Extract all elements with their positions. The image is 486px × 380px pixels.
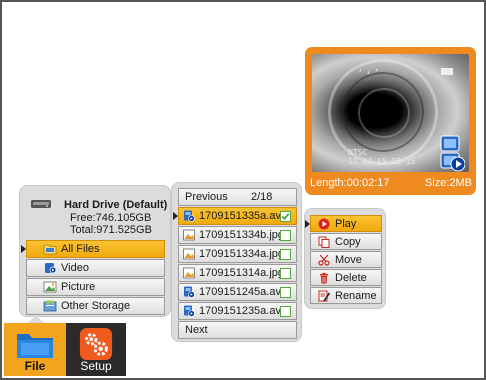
- video-length: Length:00:02:17: [310, 177, 390, 189]
- copy-icon: [318, 236, 330, 248]
- filter-all-files[interactable]: All Files: [21, 240, 165, 258]
- folder-icon: [17, 334, 53, 358]
- tab-pointer: [28, 315, 44, 323]
- action-label: Delete: [335, 271, 367, 284]
- video-icon: [45, 263, 57, 274]
- action-label: Rename: [335, 289, 377, 302]
- file-size: Size:2MB: [424, 177, 472, 189]
- picture-file-icon: [183, 267, 195, 279]
- filter-video[interactable]: Video: [26, 259, 165, 277]
- osd-top-text: ᴶ ₂ ᴾ: [358, 68, 380, 76]
- previous-page-button[interactable]: Previous 2/18: [178, 188, 297, 206]
- file-name: 1709151334b.jpg: [199, 229, 285, 241]
- scissors-icon: [318, 254, 330, 266]
- file-rows: 1709151335a.avi 1709151334b.jpg 17091513…: [173, 207, 297, 321]
- hard-drive-icon: [31, 200, 51, 208]
- free-space: Free:746.105GB: [70, 212, 152, 224]
- file-row[interactable]: 1709151245a.avi: [178, 283, 297, 301]
- osd-bottom-text: NTSC 12 07 15 23 15: [348, 148, 415, 166]
- file-row[interactable]: 1709151334b.jpg: [178, 226, 297, 244]
- storage-filter-list: All Files Video Picture Other Storage: [21, 240, 165, 316]
- settings-gear-icon: [79, 327, 113, 361]
- storage-icon: [43, 300, 57, 312]
- action-list: Play Copy Move Delete Rename: [305, 215, 382, 305]
- selection-arrow-icon: [305, 220, 310, 228]
- check-icon: [281, 213, 290, 221]
- file-list-panel: Previous 2/18 1709151335a.avi 1709151334…: [171, 182, 302, 342]
- video-file-icon: [184, 210, 195, 222]
- video-file-icon: [184, 286, 195, 298]
- delete-button[interactable]: Delete: [310, 269, 382, 286]
- checkbox[interactable]: [280, 249, 291, 260]
- tab-file-label: File: [24, 359, 46, 373]
- trash-icon: [320, 272, 328, 283]
- checkbox[interactable]: [280, 306, 291, 317]
- battery-icon: [441, 68, 453, 75]
- file-name: 1709151314a.jpg: [199, 267, 285, 279]
- filter-picture[interactable]: Picture: [26, 278, 165, 296]
- preview-panel: ᴶ ₂ ᴾ NTSC 12 07 15 23 15 Length:00:02:1…: [305, 47, 476, 195]
- action-label: Move: [335, 253, 362, 266]
- filter-other-storage[interactable]: Other Storage: [26, 297, 165, 315]
- selection-arrow-icon: [173, 212, 178, 220]
- picture-file-icon: [183, 248, 195, 260]
- checkbox[interactable]: [280, 287, 291, 298]
- action-menu: Play Copy Move Delete Rename: [304, 208, 386, 309]
- next-page-button[interactable]: Next: [178, 321, 297, 339]
- file-row[interactable]: 1709151334a.jpg: [178, 245, 297, 263]
- checkbox[interactable]: [280, 230, 291, 241]
- checkbox[interactable]: [280, 211, 291, 222]
- osd-line-2: 12 07 15 23 15: [348, 157, 416, 166]
- total-space: Total:971.525GB: [70, 224, 152, 236]
- move-button[interactable]: Move: [310, 251, 382, 268]
- page-indicator: 2/18: [251, 191, 273, 203]
- filter-label: Other Storage: [61, 300, 131, 312]
- hard-drive-title: Hard Drive (Default): [64, 199, 168, 211]
- file-name: 1709151335a.avi: [199, 210, 284, 222]
- copy-button[interactable]: Copy: [310, 233, 382, 250]
- selection-arrow-icon: [21, 245, 26, 253]
- filter-label: All Files: [61, 243, 100, 255]
- next-label: Next: [185, 324, 208, 336]
- video-file-icon: [184, 305, 195, 317]
- file-name: 1709151334a.jpg: [199, 248, 285, 260]
- picture-file-icon: [183, 229, 195, 241]
- file-row[interactable]: 1709151314a.jpg: [178, 264, 297, 282]
- file-row[interactable]: 1709151235a.avi: [178, 302, 297, 320]
- play-button[interactable]: Play: [305, 215, 382, 232]
- folder-icon: [43, 244, 57, 255]
- filter-label: Picture: [61, 281, 96, 293]
- file-name: 1709151235a.avi: [199, 305, 284, 317]
- play-icon: [318, 218, 330, 229]
- action-label: Copy: [335, 235, 361, 248]
- tab-setup[interactable]: Setup: [66, 323, 126, 376]
- filter-label: Video: [61, 262, 89, 274]
- tab-setup-label: Setup: [80, 359, 112, 373]
- osd-line-1: NTSC: [348, 148, 368, 157]
- storage-panel: Hard Drive (Default) Free:746.105GB Tota…: [19, 185, 171, 317]
- tab-file[interactable]: File: [4, 315, 66, 376]
- rename-button[interactable]: Rename: [310, 287, 382, 304]
- previous-label: Previous: [185, 191, 228, 203]
- video-thumbnail[interactable]: ᴶ ₂ ᴾ NTSC 12 07 15 23 15: [312, 54, 469, 172]
- video-file-play-icon: [440, 135, 465, 172]
- action-label: Play: [335, 217, 357, 230]
- rename-icon: [318, 290, 330, 301]
- checkbox[interactable]: [280, 268, 291, 279]
- pipe-ring: [358, 88, 410, 138]
- picture-icon: [43, 281, 57, 293]
- file-name: 1709151245a.avi: [199, 286, 284, 298]
- file-row[interactable]: 1709151335a.avi: [173, 207, 297, 225]
- preview-meta: Length:00:02:17 Size:2MB: [310, 177, 472, 189]
